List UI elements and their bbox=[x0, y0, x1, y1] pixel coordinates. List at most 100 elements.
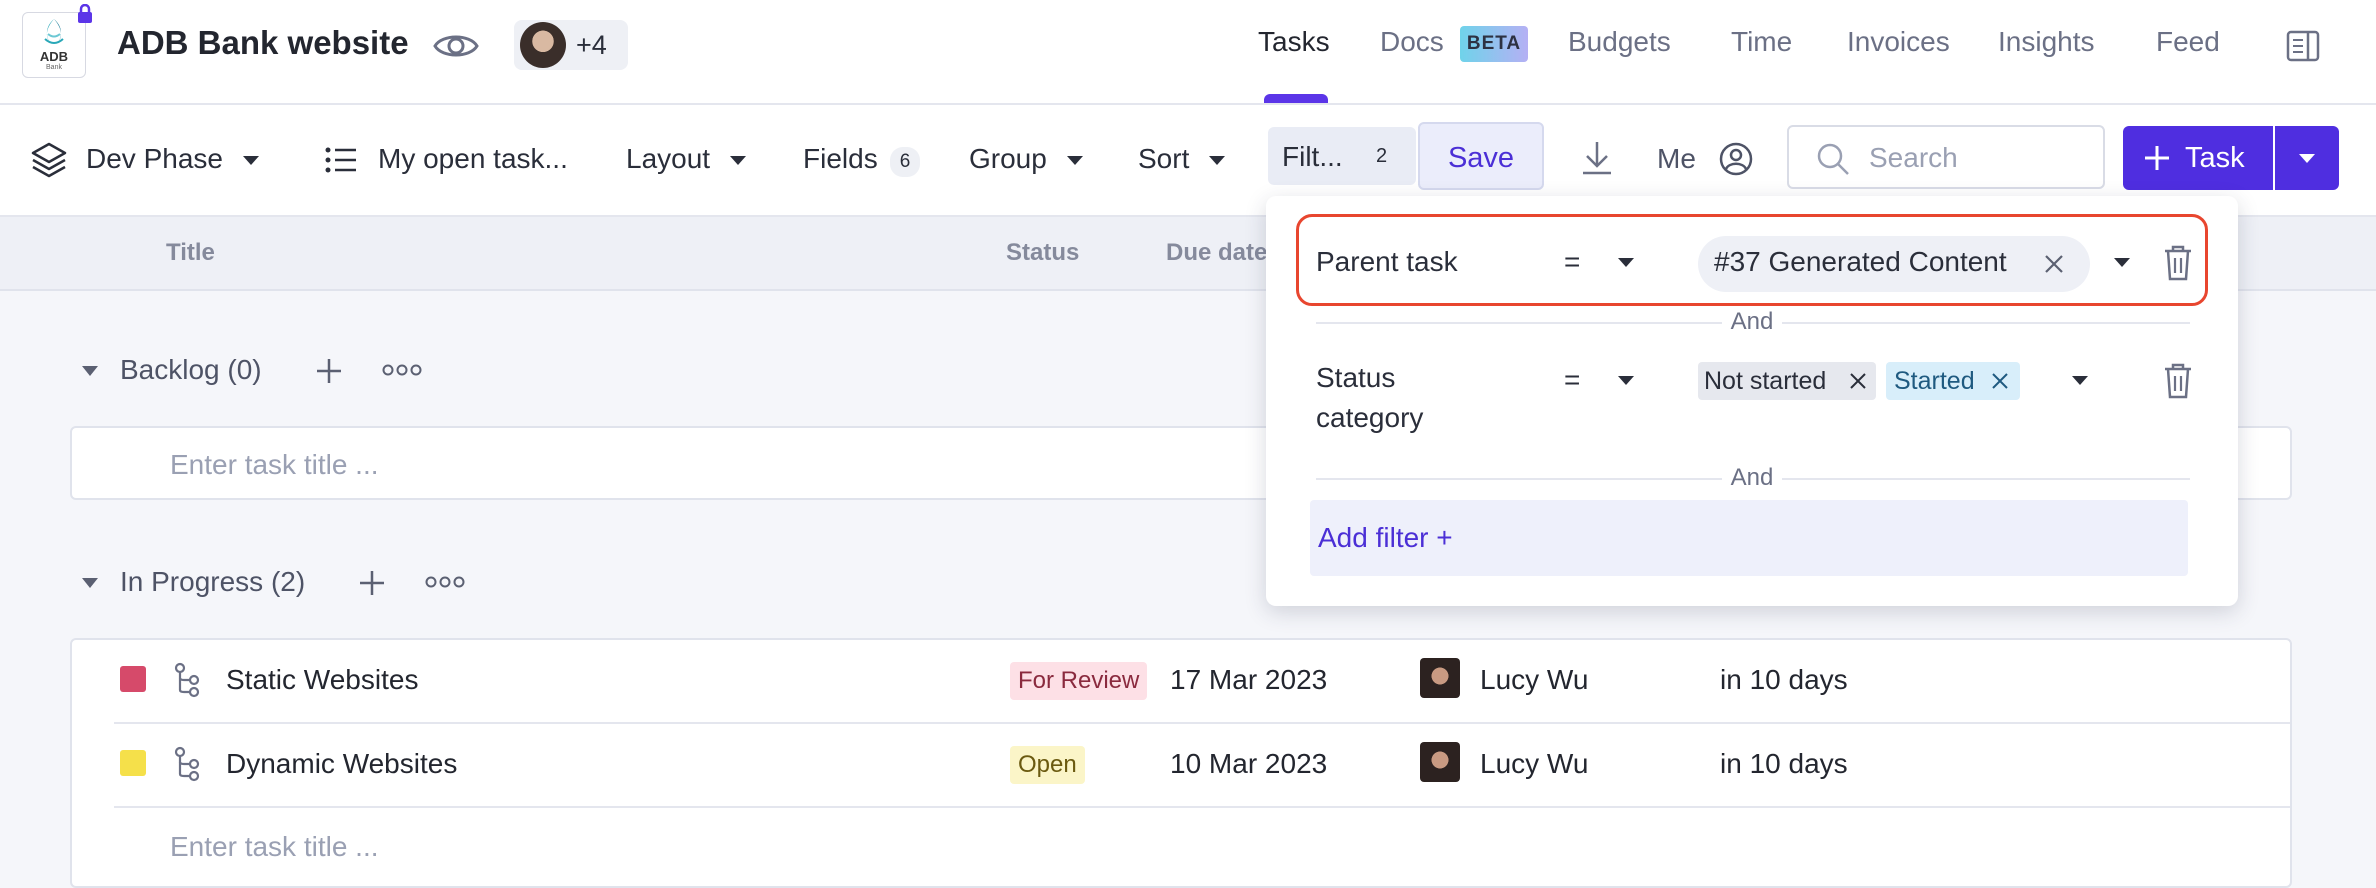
tab-docs[interactable]: Docs bbox=[1380, 26, 1444, 58]
more-options-icon[interactable] bbox=[425, 574, 465, 590]
group-title-backlog[interactable]: Backlog (0) bbox=[120, 354, 262, 386]
add-task-options-button[interactable] bbox=[2275, 126, 2339, 190]
filter-operator[interactable]: = bbox=[1564, 364, 1580, 396]
collapse-in-progress-icon[interactable] bbox=[82, 578, 98, 588]
user-circle-icon[interactable] bbox=[1718, 141, 1754, 177]
tab-tasks[interactable]: Tasks bbox=[1258, 26, 1330, 58]
chevron-down-icon[interactable] bbox=[2114, 258, 2130, 267]
beta-badge: BETA bbox=[1460, 26, 1528, 62]
filter-field-line: category bbox=[1316, 402, 1424, 433]
group-title-in-progress[interactable]: In Progress (2) bbox=[120, 566, 305, 598]
saved-view-selector[interactable]: My open task... bbox=[378, 143, 568, 175]
parent-task-chip[interactable]: #37 Generated Content bbox=[1698, 236, 2090, 292]
table-row[interactable]: Static Websites For Review 17 Mar 2023 L… bbox=[72, 640, 2290, 724]
assignee-name[interactable]: Lucy Wu bbox=[1480, 664, 1588, 696]
status-chip-started[interactable]: Started bbox=[1886, 362, 2020, 400]
column-title[interactable]: Title bbox=[166, 239, 215, 267]
backlog-task-title-input[interactable] bbox=[168, 446, 972, 484]
layout-menu[interactable]: Layout bbox=[626, 143, 746, 175]
filter-field-parent-task[interactable]: Parent task bbox=[1316, 242, 1458, 282]
members-more-count: +4 bbox=[576, 30, 607, 60]
due-date[interactable]: 10 Mar 2023 bbox=[1170, 748, 1327, 780]
search-input[interactable] bbox=[1867, 139, 2091, 177]
add-to-backlog-icon[interactable] bbox=[314, 356, 344, 386]
tab-time[interactable]: Time bbox=[1731, 26, 1792, 58]
add-task-button[interactable]: Task bbox=[2123, 126, 2273, 190]
more-options-icon[interactable] bbox=[382, 362, 422, 378]
group-menu[interactable]: Group bbox=[969, 143, 1083, 175]
parent-task-chip-label: #37 Generated Content bbox=[1714, 246, 2007, 277]
table-row[interactable]: Dynamic Websites Open 10 Mar 2023 Lucy W… bbox=[72, 724, 2290, 808]
chevron-down-icon[interactable] bbox=[1618, 258, 1634, 267]
column-status[interactable]: Status bbox=[1006, 239, 1079, 267]
phase-label: Dev Phase bbox=[86, 143, 223, 174]
trash-icon[interactable] bbox=[2162, 362, 2194, 400]
close-icon[interactable] bbox=[1990, 371, 2010, 391]
tab-feed[interactable]: Feed bbox=[2156, 26, 2220, 58]
sort-label: Sort bbox=[1138, 143, 1190, 174]
project-members[interactable]: +4 bbox=[514, 20, 628, 70]
column-due-date[interactable]: Due date bbox=[1166, 239, 1267, 267]
chevron-down-icon[interactable] bbox=[1618, 376, 1634, 385]
me-filter-label[interactable]: Me bbox=[1657, 143, 1696, 175]
task-color-swatch bbox=[120, 666, 146, 692]
top-bar: ADB Bank ADB Bank website +4 Tasks Docs … bbox=[0, 0, 2376, 105]
tab-insights[interactable]: Insights bbox=[1998, 26, 2095, 58]
subtask-icon bbox=[174, 662, 200, 698]
and-connector: And bbox=[1722, 308, 1782, 336]
layout-label: Layout bbox=[626, 143, 711, 174]
status-chip-not-started[interactable]: Not started bbox=[1698, 362, 1876, 400]
save-button[interactable]: Save bbox=[1418, 122, 1544, 190]
fields-count-badge: 6 bbox=[890, 147, 920, 177]
lock-icon bbox=[78, 4, 92, 23]
close-icon[interactable] bbox=[1848, 371, 1868, 391]
member-avatar bbox=[520, 22, 566, 68]
tab-budgets[interactable]: Budgets bbox=[1568, 26, 1671, 58]
filter-count-badge: 2 bbox=[1376, 145, 1388, 167]
due-date[interactable]: 17 Mar 2023 bbox=[1170, 664, 1327, 696]
eye-icon[interactable] bbox=[432, 24, 480, 68]
task-title[interactable]: Static Websites bbox=[226, 664, 418, 696]
fields-menu[interactable]: Fields bbox=[803, 143, 878, 175]
phase-selector[interactable]: Dev Phase bbox=[86, 143, 259, 175]
filter-operator[interactable]: = bbox=[1564, 246, 1580, 278]
status-badge[interactable]: For Review bbox=[1010, 662, 1148, 700]
search-box[interactable] bbox=[1787, 125, 2105, 189]
chevron-down-icon bbox=[1209, 156, 1226, 166]
add-to-in-progress-icon[interactable] bbox=[357, 568, 387, 598]
chevron-down-icon bbox=[242, 156, 259, 166]
bank-logo-icon bbox=[44, 19, 64, 44]
chevron-down-icon bbox=[2299, 154, 2315, 163]
task-color-swatch bbox=[120, 750, 146, 776]
plus-icon bbox=[2145, 146, 2169, 170]
chevron-down-icon bbox=[1066, 156, 1083, 166]
filter-label: Filt... bbox=[1282, 141, 1343, 172]
collapse-backlog-icon[interactable] bbox=[82, 366, 98, 376]
time-remaining: in 10 days bbox=[1720, 664, 1848, 695]
subtask-icon bbox=[174, 746, 200, 782]
add-task-label: Task bbox=[2185, 142, 2245, 174]
in-progress-task-list: Static Websites For Review 17 Mar 2023 L… bbox=[70, 638, 2292, 888]
sort-menu[interactable]: Sort bbox=[1138, 143, 1226, 175]
chevron-down-icon bbox=[729, 156, 746, 166]
filter-button[interactable]: Filt... 2 bbox=[1268, 127, 1416, 185]
add-filter-label: Add filter + bbox=[1318, 522, 1453, 553]
filter-popover: Parent task = #37 Generated Content And … bbox=[1266, 196, 2238, 606]
download-icon[interactable] bbox=[1580, 139, 1614, 177]
side-panel-icon[interactable] bbox=[2286, 30, 2320, 62]
group-label: Group bbox=[969, 143, 1047, 174]
avatar bbox=[1420, 742, 1460, 782]
add-filter-button[interactable]: Add filter + bbox=[1310, 500, 2188, 576]
close-icon[interactable] bbox=[2042, 252, 2066, 276]
status-chip-label: Started bbox=[1894, 367, 1975, 395]
in-progress-task-title-input[interactable] bbox=[168, 828, 972, 866]
assignee-name[interactable]: Lucy Wu bbox=[1480, 748, 1588, 780]
tab-invoices[interactable]: Invoices bbox=[1847, 26, 1950, 58]
trash-icon[interactable] bbox=[2162, 244, 2194, 282]
task-title[interactable]: Dynamic Websites bbox=[226, 748, 457, 780]
chevron-down-icon[interactable] bbox=[2072, 376, 2088, 385]
filter-field-status-category[interactable]: Status category bbox=[1316, 358, 1423, 438]
logo-text: ADB bbox=[39, 49, 69, 64]
avatar bbox=[1420, 658, 1460, 698]
status-badge[interactable]: Open bbox=[1010, 746, 1085, 784]
